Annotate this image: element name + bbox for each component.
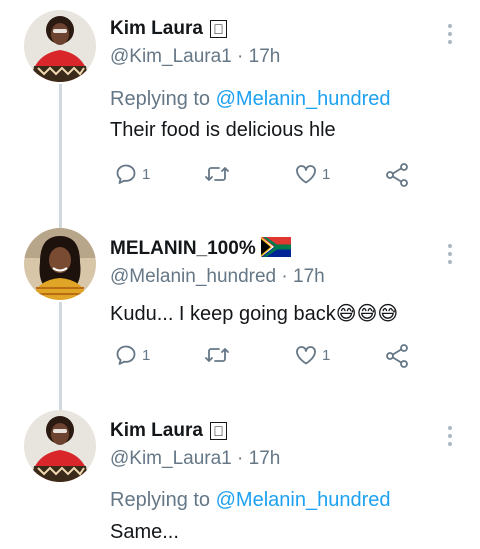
avatar-image	[24, 10, 96, 82]
reply-button[interactable]: 1	[114, 162, 150, 186]
thread-line	[59, 302, 62, 400]
handle-time: @Kim_Laura1 · 17h	[110, 448, 280, 470]
like-count: 1	[322, 165, 331, 183]
handle-time: @Melanin_hundred · 17h	[110, 266, 325, 288]
tweet-text: Same...	[110, 521, 179, 543]
reply-icon	[116, 164, 136, 184]
more-icon[interactable]	[440, 22, 460, 46]
like-icon	[296, 165, 316, 184]
like-icon	[296, 346, 316, 365]
action-bar: 1 1	[110, 162, 420, 188]
share-button[interactable]	[384, 343, 410, 369]
handle-time: @Kim_Laura1 · 17h	[110, 46, 280, 68]
handle[interactable]: @Kim_Laura1	[110, 46, 232, 67]
thread-line	[59, 200, 62, 228]
mention-link[interactable]: @Melanin_hundred	[216, 88, 391, 110]
replying-to: Replying to @Melanin_hundred	[110, 489, 391, 512]
reply-count: 1	[142, 346, 151, 364]
timestamp[interactable]: · 17h	[237, 46, 280, 67]
retweet-button[interactable]	[204, 162, 234, 186]
timestamp[interactable]: · 17h	[237, 448, 280, 469]
name-suffix-glyph:  	[210, 20, 227, 38]
avatar-image	[24, 228, 96, 300]
reply-button[interactable]: 1	[114, 343, 150, 367]
avatar-kim-laura[interactable]	[24, 10, 96, 82]
thread-line	[59, 400, 62, 410]
share-icon	[386, 344, 408, 368]
share-button[interactable]	[384, 162, 410, 188]
tweet-1[interactable]: Kim Laura   @Kim_Laura1 · 17h Replying t…	[0, 0, 480, 200]
mention-link[interactable]: @Melanin_hundred	[216, 489, 391, 511]
retweet-button[interactable]	[204, 343, 234, 367]
handle[interactable]: @Melanin_hundred	[110, 266, 276, 287]
display-name-text: MELANIN_100%	[110, 238, 256, 259]
avatar-image	[24, 410, 96, 482]
replying-to: Replying to @Melanin_hundred	[110, 88, 391, 111]
more-icon[interactable]	[440, 424, 460, 448]
avatar-melanin-100[interactable]	[24, 228, 96, 300]
reply-count: 1	[142, 165, 151, 183]
like-button[interactable]: 1	[294, 162, 330, 186]
tweet-text: Kudu... I keep going back😅😅😅	[110, 301, 398, 326]
replying-to-label: Replying to	[110, 489, 211, 511]
display-name-text: Kim Laura	[110, 420, 203, 441]
more-icon[interactable]	[440, 242, 460, 266]
retweet-icon	[205, 167, 229, 181]
display-name[interactable]: Kim Laura  	[110, 18, 227, 40]
retweet-icon	[205, 348, 229, 362]
like-button[interactable]: 1	[294, 343, 330, 367]
timestamp[interactable]: · 17h	[281, 266, 324, 287]
tweet-text-body: Kudu... I keep going back	[110, 303, 336, 325]
display-name[interactable]: MELANIN_100%	[110, 236, 291, 260]
share-icon	[386, 163, 408, 187]
emoji-sweat-smile: 😅😅😅	[335, 303, 399, 325]
action-bar: 1 1	[110, 343, 420, 369]
name-suffix-glyph:  	[210, 422, 227, 440]
display-name[interactable]: Kim Laura  	[110, 420, 227, 442]
south-africa-flag-icon	[261, 236, 291, 257]
display-name-text: Kim Laura	[110, 18, 203, 39]
avatar-kim-laura[interactable]	[24, 410, 96, 482]
handle[interactable]: @Kim_Laura1	[110, 448, 232, 469]
tweet-3[interactable]: Kim Laura   @Kim_Laura1 · 17h Replying t…	[0, 400, 480, 549]
tweet-text: Their food is delicious hle	[110, 119, 336, 141]
replying-to-label: Replying to	[110, 88, 211, 110]
thread-line	[59, 84, 62, 200]
tweet-2[interactable]: MELANIN_100% @Melanin_hundred · 17h Kudu…	[0, 200, 480, 400]
like-count: 1	[322, 346, 331, 364]
reply-icon	[116, 345, 136, 365]
